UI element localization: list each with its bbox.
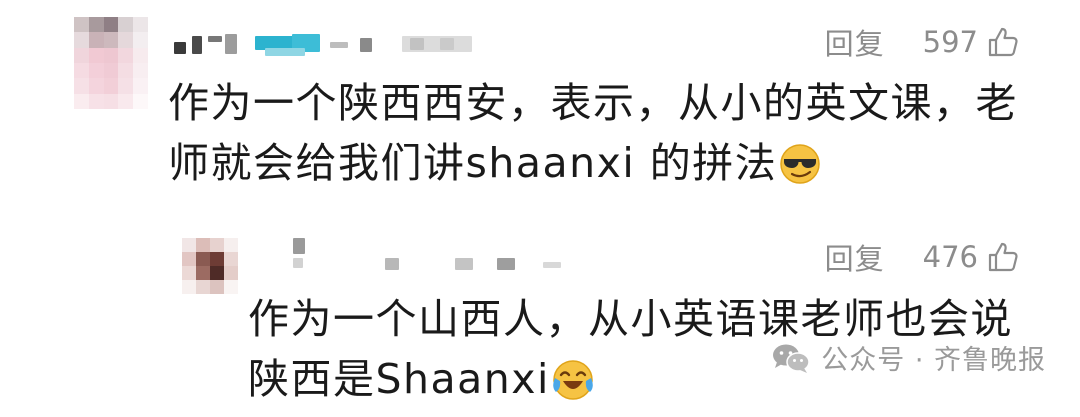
thumbs-up-icon[interactable] (986, 240, 1020, 274)
avatar[interactable] (74, 17, 148, 109)
like-count: 476 (922, 240, 978, 274)
comment-line: 陕西是Shaanxi (248, 355, 550, 403)
comment-line-with-emoji: 师就会给我们讲shaanxi 的拼法 (168, 133, 1018, 193)
comment-actions: 回复 476 (825, 236, 1020, 278)
laughing-crying-emoji (552, 357, 594, 400)
comment-line: 师就会给我们讲shaanxi 的拼法 (168, 139, 778, 187)
avatar[interactable] (182, 238, 238, 294)
thumbs-up-icon[interactable] (986, 25, 1020, 59)
comment-line: 作为一个陕西西安，表示，从小的英文课，老 (168, 79, 1018, 127)
like-count: 597 (922, 25, 978, 59)
wechat-icon (771, 342, 811, 374)
cool-sunglasses-emoji (779, 141, 821, 184)
username-blurred[interactable] (285, 238, 575, 274)
comment-body: 作为一个陕西西安，表示，从小的英文课，老 师就会给我们讲shaanxi 的拼法 (168, 73, 1018, 193)
username-blurred[interactable] (170, 32, 480, 58)
watermark: 公众号 · 齐鲁晚报 (771, 338, 1046, 377)
reply-button[interactable]: 回复 (825, 21, 885, 63)
comment-actions: 回复 597 (825, 21, 1020, 63)
reply-button[interactable]: 回复 (825, 236, 885, 278)
watermark-text: 公众号 · 齐鲁晚报 (821, 345, 1046, 376)
